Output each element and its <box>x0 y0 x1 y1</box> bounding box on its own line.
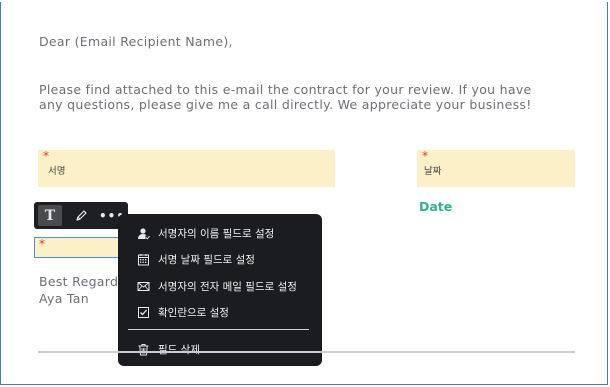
menu-item-set-checkbox[interactable]: 확인란으로 설정 <box>136 303 229 321</box>
signer-name: Aya Tan <box>39 291 89 306</box>
text-tool-icon: T <box>44 207 56 224</box>
menu-item-label: 서명자의 전자 메일 필드로 설정 <box>158 280 297 293</box>
date-title: Date <box>419 199 453 214</box>
divider-line <box>38 351 575 353</box>
email-closing: Best Regards <box>39 274 126 289</box>
trash-icon <box>136 342 150 356</box>
menu-item-delete-field[interactable]: 필드 삭제 <box>136 340 200 358</box>
checkbox-icon <box>136 305 150 319</box>
email-body-line-1: Please find attached to this e-mail the … <box>39 82 532 97</box>
email-greeting: Dear (Email Recipient Name), <box>39 34 233 49</box>
person-icon <box>136 226 150 240</box>
menu-item-set-email-field[interactable]: 서명자의 전자 메일 필드로 설정 <box>136 277 297 295</box>
menu-item-set-date-field[interactable]: 서명 날짜 필드로 설정 <box>136 250 255 268</box>
pen-tool-button[interactable] <box>69 205 93 226</box>
date-field[interactable]: * 날짜 <box>417 150 575 187</box>
frame-top-edge <box>0 0 610 2</box>
field-toolbar: T ••• <box>34 202 128 229</box>
required-marker: * <box>39 237 45 251</box>
menu-item-label: 서명 날짜 필드로 설정 <box>158 253 255 266</box>
signature-field-label: 서명 <box>48 166 66 177</box>
menu-item-label: 필드 삭제 <box>158 343 200 356</box>
menu-item-label: 확인란으로 설정 <box>158 306 229 319</box>
menu-item-set-name-field[interactable]: 서명자의 이름 필드로 설정 <box>136 224 274 242</box>
selected-field[interactable]: * <box>34 237 124 258</box>
date-field-label: 날짜 <box>424 166 442 177</box>
required-marker: * <box>422 149 428 163</box>
signature-field[interactable]: * 서명 <box>38 150 335 187</box>
email-body-line-2: any questions, please give me a call dir… <box>39 97 532 112</box>
text-tool-button[interactable]: T <box>38 205 62 226</box>
pen-icon <box>75 210 87 221</box>
calendar-icon <box>136 252 150 266</box>
required-marker: * <box>43 149 49 163</box>
menu-item-label: 서명자의 이름 필드로 설정 <box>158 227 275 240</box>
envelope-icon <box>136 279 150 293</box>
menu-divider <box>128 329 309 330</box>
